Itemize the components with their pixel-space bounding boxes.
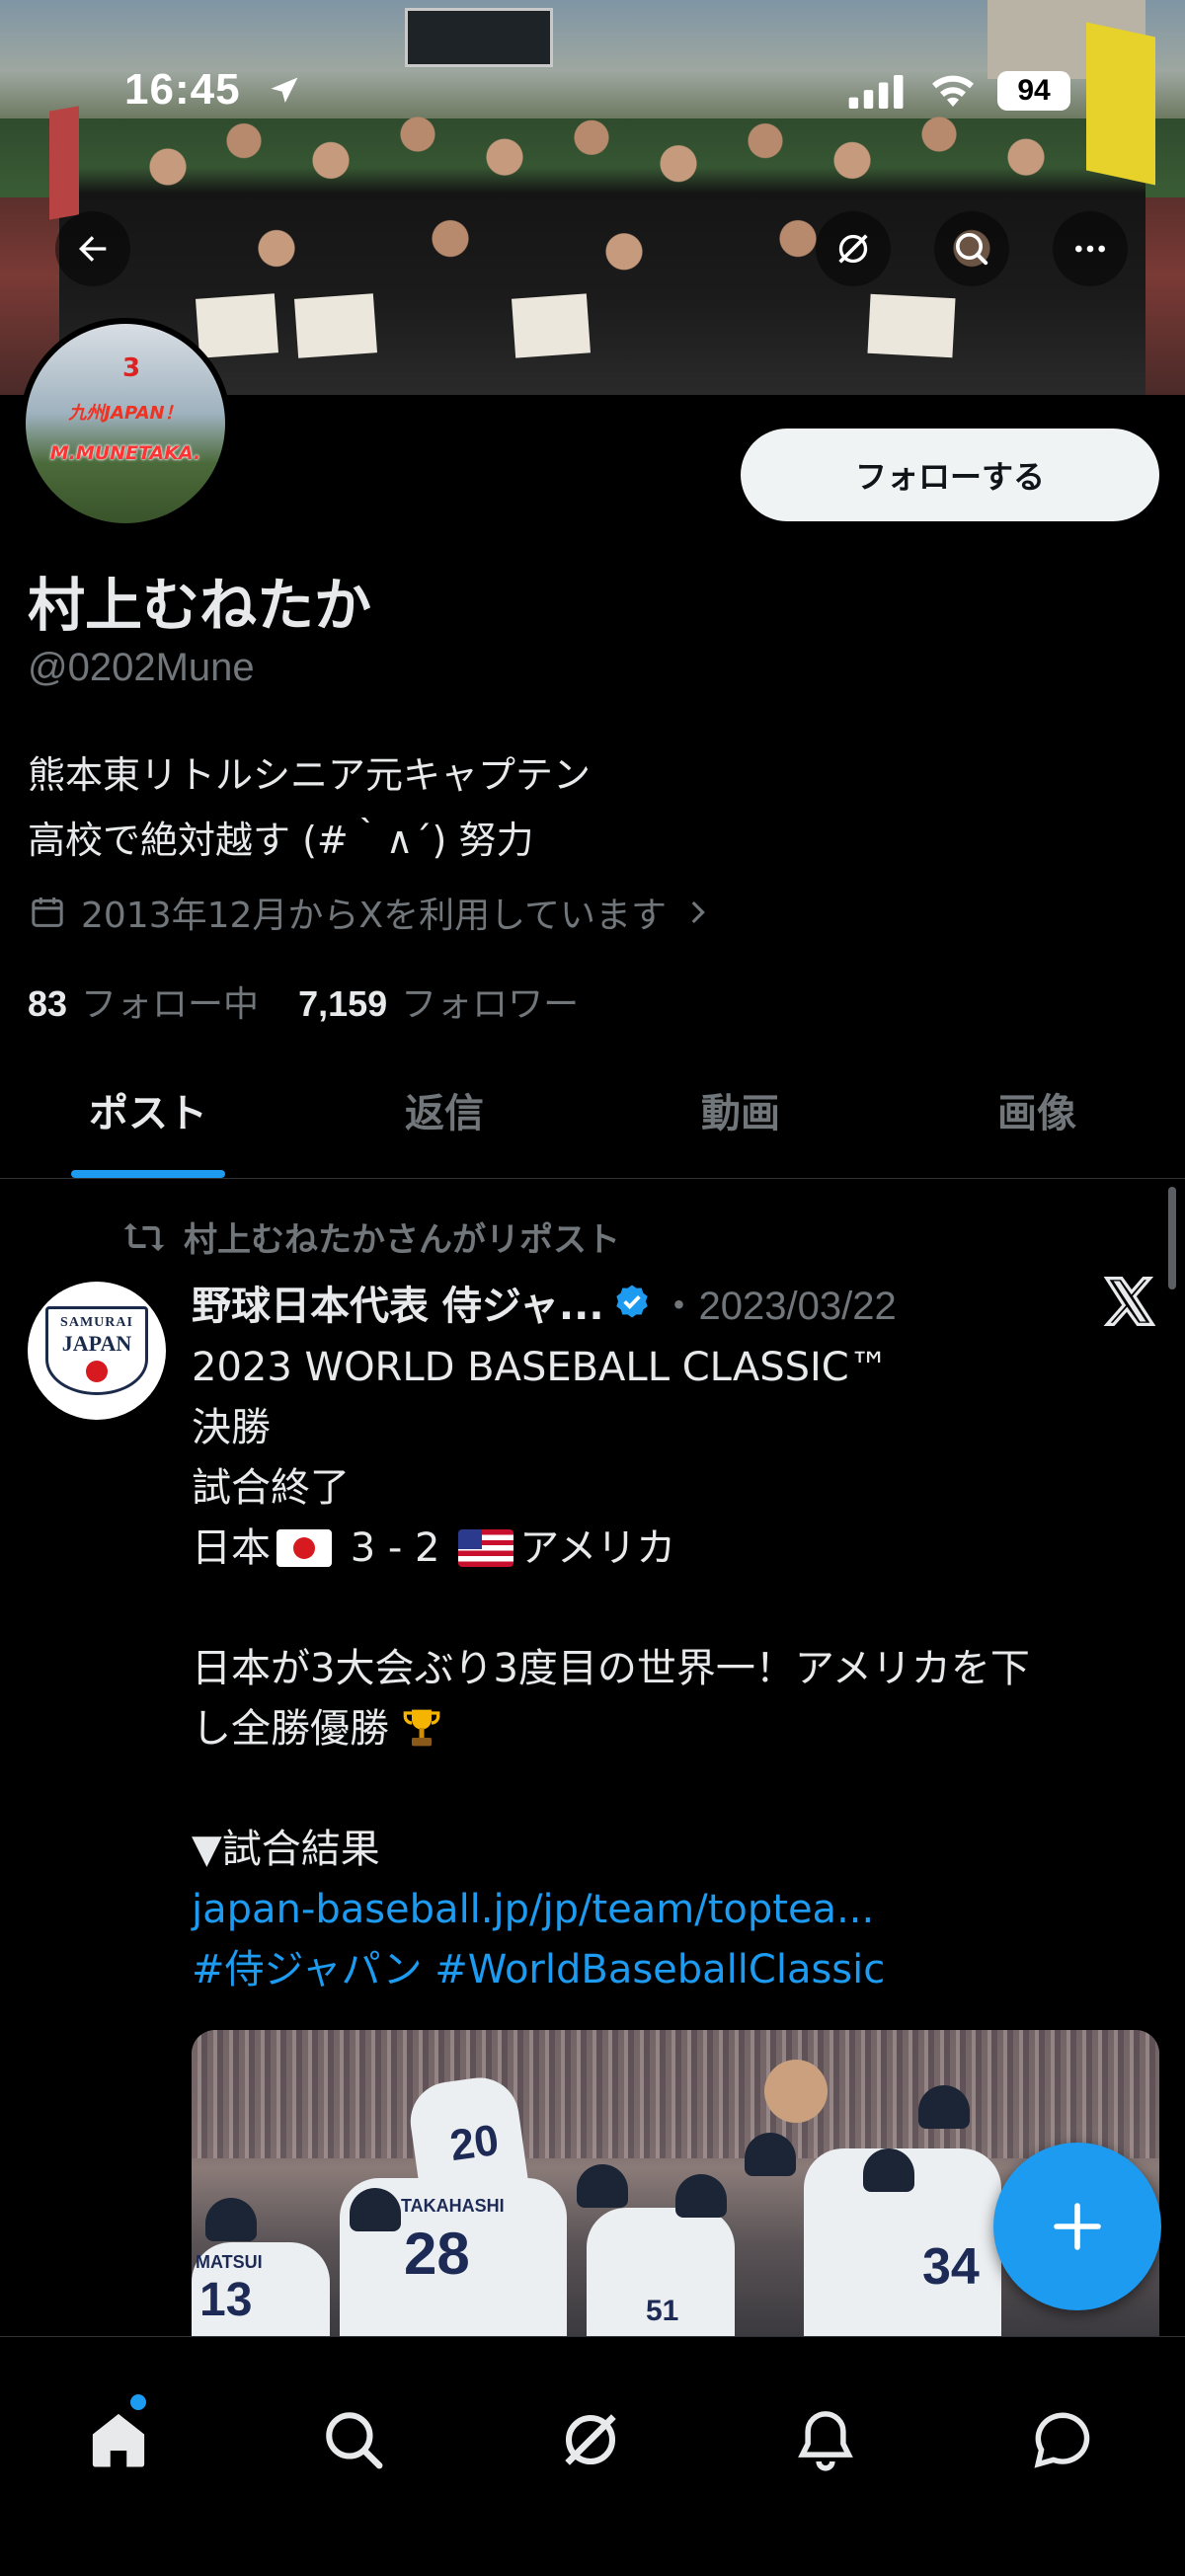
logo-text-japan: JAPAN bbox=[61, 1331, 132, 1356]
profile-avatar[interactable]: 3 九州JAPAN！ M.MUNETAKA. bbox=[20, 318, 231, 529]
profile-tabs: ポスト 返信 動画 画像 bbox=[0, 1056, 1185, 1179]
bio-line: 熊本東リトルシニア元キャプテン bbox=[28, 753, 592, 797]
post-link[interactable]: japan-baseball.jp/jp/team/toptea... bbox=[192, 1880, 1140, 1940]
post-header: 野球日本代表 侍ジャ... ・2023/03/22 bbox=[192, 1274, 897, 1331]
plus-icon bbox=[1054, 2203, 1101, 2250]
joined-date-text: 2013年12月からXを利用しています bbox=[81, 896, 668, 936]
jersey-number: 20 bbox=[446, 2115, 503, 2171]
home-icon bbox=[92, 2413, 145, 2467]
profile-handle: @0202Mune bbox=[28, 646, 255, 689]
compose-post-button[interactable] bbox=[993, 2143, 1161, 2310]
post-hashtags[interactable]: #侍ジャパン #WorldBaseballClassic bbox=[192, 1940, 1140, 2000]
search-icon bbox=[956, 233, 988, 266]
post-line: 決勝 bbox=[192, 1405, 271, 1450]
tab-videos[interactable]: 動画 bbox=[592, 1056, 889, 1178]
back-arrow-icon bbox=[79, 236, 107, 262]
chevron-right-icon bbox=[691, 900, 705, 924]
tab-replies[interactable]: 返信 bbox=[296, 1056, 592, 1178]
nav-notifications[interactable] bbox=[786, 2400, 865, 2479]
post-line: 2023 WORLD BASEBALL CLASSIC™ bbox=[192, 1345, 889, 1390]
post-text: 2023 WORLD BASEBALL CLASSIC™ 決勝 試合終了 日本 … bbox=[192, 1338, 1140, 2000]
nav-search[interactable] bbox=[314, 2400, 393, 2479]
nav-home[interactable] bbox=[79, 2394, 158, 2479]
post-author-avatar[interactable]: SAMURAI JAPAN bbox=[28, 1282, 166, 1420]
post-line: ▼試合結果 bbox=[192, 1827, 380, 1872]
post-score-line: 日本 3 - 2 アメリカ bbox=[192, 1519, 1140, 1579]
notifications-icon bbox=[798, 2411, 853, 2471]
japan-flag-icon bbox=[276, 1529, 332, 1567]
search-icon bbox=[326, 2412, 383, 2469]
nav-messages[interactable] bbox=[1023, 2400, 1102, 2479]
repost-icon bbox=[123, 1222, 165, 1251]
post-line-with-trophy: し全勝優勝 bbox=[192, 1699, 1140, 1759]
avatar-caption-2: M.MUNETAKA. bbox=[49, 442, 201, 464]
jersey-name: TAKAHASHI bbox=[401, 2196, 505, 2216]
grok-icon bbox=[565, 2414, 616, 2465]
repost-label: 村上むねたかさんがリポスト bbox=[184, 1220, 620, 1260]
status-time: 16:45 bbox=[124, 65, 241, 114]
follow-button[interactable]: フォローする bbox=[741, 429, 1159, 521]
profile-bio: 熊本東リトルシニア元キャプテン 高校で絶対越す (#｀∧´) 努力 bbox=[28, 742, 591, 873]
verified-badge-icon bbox=[615, 1285, 648, 1318]
calendar-icon bbox=[32, 898, 63, 927]
location-arrow-icon bbox=[271, 77, 298, 103]
following-count: 83 bbox=[28, 983, 68, 1024]
team-japan-label: 日本 bbox=[192, 1525, 271, 1571]
more-icon bbox=[1075, 245, 1105, 253]
followers-label: フォロワー bbox=[401, 984, 580, 1025]
jersey-number: 28 bbox=[404, 2221, 470, 2287]
tab-posts[interactable]: ポスト bbox=[0, 1056, 296, 1178]
samurai-japan-logo: SAMURAI JAPAN bbox=[45, 1306, 148, 1395]
profile-display-name: 村上むねたか bbox=[28, 572, 372, 639]
jersey-number: 13 bbox=[199, 2274, 253, 2326]
back-button[interactable] bbox=[55, 211, 130, 286]
post-line: 日本が3大会ぶり3度目の世界一！アメリカを下 bbox=[192, 1646, 1030, 1691]
tab-images[interactable]: 画像 bbox=[889, 1056, 1185, 1178]
bio-line: 高校で絶対越す (#｀∧´) 努力 bbox=[28, 819, 534, 862]
score: 3 - 2 bbox=[350, 1525, 440, 1571]
following-stat[interactable]: 83 フォロー中 bbox=[28, 976, 259, 1027]
jersey-number: 51 bbox=[646, 2295, 679, 2327]
more-button[interactable] bbox=[1053, 211, 1128, 286]
x-logo-icon[interactable] bbox=[1102, 1274, 1157, 1329]
home-notification-dot bbox=[130, 2394, 146, 2410]
post-author-name[interactable]: 野球日本代表 侍ジャ... bbox=[192, 1274, 604, 1331]
team-usa-label: アメリカ bbox=[519, 1525, 676, 1571]
followers-count: 7,159 bbox=[298, 983, 388, 1024]
avatar-number: 3 bbox=[122, 353, 141, 383]
bottom-navigation bbox=[0, 2336, 1185, 2576]
post-line: 試合終了 bbox=[192, 1465, 350, 1511]
search-button[interactable] bbox=[934, 211, 1009, 286]
cellular-signal-icon bbox=[848, 75, 904, 109]
usa-flag-icon bbox=[458, 1529, 514, 1567]
following-label: フォロー中 bbox=[81, 984, 260, 1025]
messages-icon bbox=[1034, 2412, 1090, 2468]
avatar-caption-1: 九州JAPAN！ bbox=[68, 403, 183, 424]
nav-grok[interactable] bbox=[551, 2400, 630, 2479]
battery-indicator: 94 bbox=[997, 71, 1070, 111]
post-date[interactable]: ・2023/03/22 bbox=[660, 1274, 897, 1331]
follow-stats: 83 フォロー中 7,159 フォロワー bbox=[28, 976, 579, 1027]
trophy-icon bbox=[403, 1709, 440, 1747]
wifi-icon bbox=[932, 75, 974, 107]
status-bar: 16:45 94 bbox=[0, 59, 1185, 128]
grok-button[interactable] bbox=[816, 211, 891, 286]
jersey-name: MATSUI bbox=[196, 2252, 263, 2272]
jersey-number: 34 bbox=[922, 2238, 980, 2296]
followers-stat[interactable]: 7,159 フォロワー bbox=[298, 976, 579, 1027]
scrollbar[interactable] bbox=[1168, 1187, 1176, 1289]
repost-indicator: 村上むねたかさんがリポスト bbox=[122, 1212, 620, 1261]
grok-icon bbox=[838, 234, 868, 264]
logo-text-samurai: SAMURAI bbox=[60, 1315, 133, 1330]
joined-date-row[interactable]: 2013年12月からXを利用しています bbox=[28, 887, 714, 938]
